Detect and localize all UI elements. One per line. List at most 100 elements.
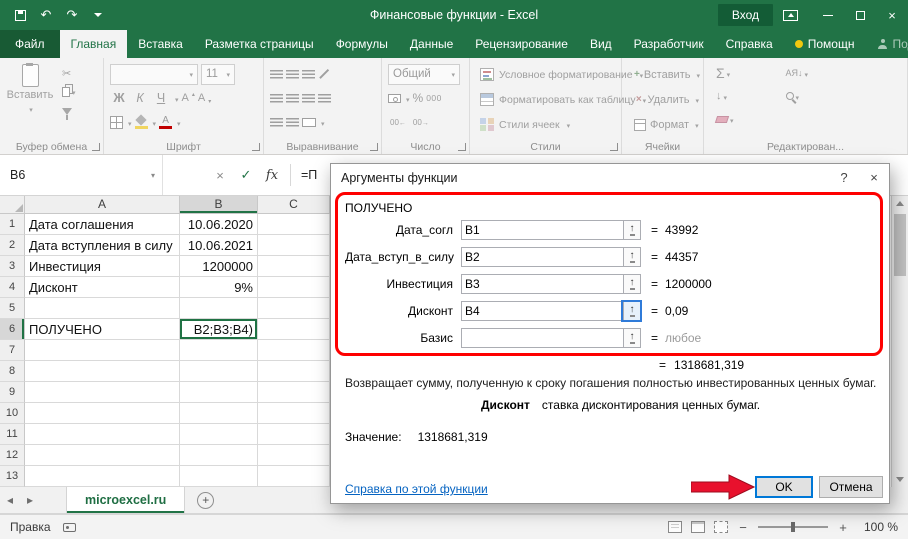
align-bottom-icon[interactable] bbox=[302, 70, 315, 79]
sign-in-button[interactable]: Вход bbox=[718, 4, 773, 26]
row-header[interactable]: 8 bbox=[0, 361, 25, 382]
dialog-launcher-icon[interactable] bbox=[252, 143, 260, 151]
cell-c[interactable] bbox=[258, 403, 330, 424]
argument-input[interactable] bbox=[462, 302, 623, 320]
wrap-text-icon[interactable] bbox=[318, 94, 331, 103]
ribbon-tab[interactable]: Вид bbox=[579, 30, 623, 58]
percent-style-icon[interactable]: % bbox=[413, 91, 424, 105]
cell-b[interactable]: 10.06.2021 bbox=[180, 235, 258, 256]
cell-b[interactable]: 10.06.2020 bbox=[180, 214, 258, 235]
italic-button[interactable]: К bbox=[131, 89, 149, 108]
cell-a[interactable] bbox=[25, 298, 180, 319]
row-header[interactable]: 3 bbox=[0, 256, 25, 277]
cell-b[interactable]: B2;B3;B4) bbox=[180, 319, 258, 340]
row-header[interactable]: 11 bbox=[0, 424, 25, 445]
ribbon-tab[interactable]: Разметка страницы bbox=[194, 30, 325, 58]
dialog-launcher-icon[interactable] bbox=[92, 143, 100, 151]
underline-button[interactable]: Ч bbox=[152, 89, 170, 108]
cancel-button[interactable]: Отмена bbox=[819, 476, 883, 498]
decrease-decimal-icon[interactable]: 00 bbox=[411, 118, 431, 127]
font-name-select[interactable] bbox=[110, 64, 198, 85]
align-left-icon[interactable] bbox=[270, 94, 283, 103]
add-sheet-button[interactable]: + bbox=[197, 492, 214, 509]
vertical-scrollbar[interactable] bbox=[891, 196, 908, 487]
clear-button[interactable] bbox=[716, 110, 734, 128]
row-header[interactable]: 9 bbox=[0, 382, 25, 403]
cell-b[interactable] bbox=[180, 361, 258, 382]
cell-c[interactable] bbox=[258, 214, 330, 235]
previous-sheet-button[interactable]: ◂ bbox=[0, 487, 20, 513]
fill-color-button[interactable] bbox=[135, 115, 148, 129]
row-header[interactable]: 5 bbox=[0, 298, 25, 319]
dialog-title-bar[interactable]: Аргументы функции ? × bbox=[331, 164, 889, 191]
fill-button[interactable]: ↓ bbox=[716, 87, 734, 105]
sort-filter-button[interactable]: АЯ↓ bbox=[786, 64, 809, 82]
dialog-help-button[interactable]: ? bbox=[829, 164, 859, 191]
redo-button[interactable]: ↷ bbox=[60, 3, 84, 27]
row-header[interactable]: 12 bbox=[0, 445, 25, 466]
collapse-dialog-button[interactable]: ↑ bbox=[623, 248, 640, 266]
cell-c[interactable] bbox=[258, 466, 330, 487]
collapse-dialog-button[interactable]: ↑ bbox=[623, 221, 640, 239]
cell-b[interactable]: 9% bbox=[180, 277, 258, 298]
ribbon-tab[interactable]: Разработчик bbox=[623, 30, 715, 58]
cell-a[interactable] bbox=[25, 361, 180, 382]
enter-entry-button[interactable]: ✓ bbox=[233, 167, 259, 183]
select-all-corner[interactable] bbox=[0, 196, 25, 214]
cell-c[interactable] bbox=[258, 319, 330, 340]
ribbon-tab[interactable]: Файл bbox=[0, 30, 60, 58]
cell-a[interactable]: Дата вступления в силу bbox=[25, 235, 180, 256]
cell-c[interactable] bbox=[258, 235, 330, 256]
paste-button[interactable]: Вставить bbox=[6, 62, 54, 118]
row-header[interactable]: 4 bbox=[0, 277, 25, 298]
minimize-button[interactable] bbox=[812, 0, 844, 30]
align-center-icon[interactable] bbox=[286, 94, 299, 103]
argument-input[interactable] bbox=[462, 248, 623, 266]
scrollbar-thumb[interactable] bbox=[894, 214, 906, 276]
ribbon-tab[interactable]: Данные bbox=[399, 30, 464, 58]
customize-qat-button[interactable] bbox=[86, 3, 110, 27]
cell-c[interactable] bbox=[258, 298, 330, 319]
zoom-in-button[interactable]: + bbox=[837, 520, 849, 535]
cell-c[interactable] bbox=[258, 382, 330, 403]
row-header[interactable]: 1 bbox=[0, 214, 25, 235]
cell-a[interactable]: Дата соглашения bbox=[25, 214, 180, 235]
cell-a[interactable] bbox=[25, 466, 180, 487]
row-header[interactable]: 2 bbox=[0, 235, 25, 256]
font-size-select[interactable]: 11 bbox=[201, 64, 235, 85]
argument-input[interactable] bbox=[462, 275, 623, 293]
copy-button[interactable] bbox=[62, 85, 76, 99]
collapse-dialog-button[interactable]: ↑ bbox=[623, 302, 640, 320]
decrease-indent-icon[interactable] bbox=[270, 118, 283, 127]
ribbon-tab[interactable]: Помощн bbox=[784, 30, 866, 58]
maximize-button[interactable] bbox=[844, 0, 876, 30]
accounting-format-icon[interactable] bbox=[388, 94, 401, 103]
align-middle-icon[interactable] bbox=[286, 70, 299, 79]
font-color-button[interactable]: А bbox=[159, 116, 172, 129]
page-break-view-icon[interactable] bbox=[714, 521, 728, 533]
cell-a[interactable] bbox=[25, 424, 180, 445]
column-header[interactable]: A bbox=[25, 196, 180, 214]
argument-input[interactable] bbox=[462, 221, 623, 239]
ribbon-tab[interactable]: Рецензирование bbox=[464, 30, 579, 58]
cell-a[interactable]: Инвестиция bbox=[25, 256, 180, 277]
orientation-icon[interactable] bbox=[318, 68, 330, 80]
row-header[interactable]: 10 bbox=[0, 403, 25, 424]
ribbon-tab[interactable]: Главная bbox=[60, 30, 128, 58]
cells-button[interactable]: Удалить bbox=[628, 87, 699, 112]
cell-a[interactable] bbox=[25, 445, 180, 466]
collapse-dialog-button[interactable]: ↑ bbox=[623, 275, 640, 293]
undo-button[interactable]: ↶ bbox=[34, 3, 58, 27]
cell-c[interactable] bbox=[258, 340, 330, 361]
cell-b[interactable] bbox=[180, 403, 258, 424]
increase-decimal-icon[interactable]: 00 bbox=[388, 118, 408, 127]
dialog-launcher-icon[interactable] bbox=[370, 143, 378, 151]
row-header[interactable]: 7 bbox=[0, 340, 25, 361]
dialog-close-button[interactable]: × bbox=[859, 164, 889, 191]
find-select-button[interactable] bbox=[786, 87, 809, 105]
autosum-button[interactable]: Σ bbox=[716, 64, 734, 82]
ribbon-tab[interactable]: Вставка bbox=[127, 30, 194, 58]
cell-b[interactable] bbox=[180, 424, 258, 445]
ok-button[interactable]: OK bbox=[755, 476, 813, 498]
ribbon-display-options-icon[interactable] bbox=[783, 10, 798, 21]
